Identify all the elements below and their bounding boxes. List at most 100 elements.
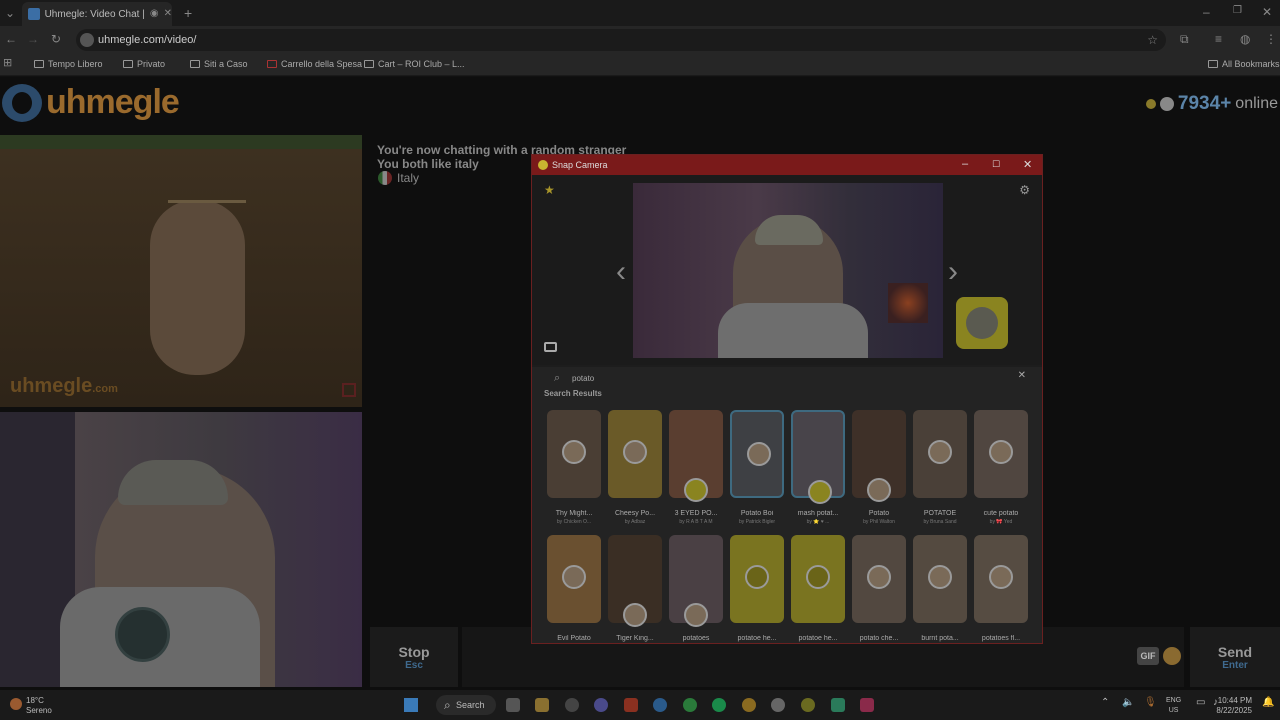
restore-icon[interactable]: ❐ [1233, 6, 1242, 16]
lens-card[interactable]: Potato Boi by Patrick Bigler [730, 410, 784, 528]
weather-temp: 18°C [26, 696, 44, 705]
minimize-icon[interactable]: – [1203, 6, 1210, 18]
bookmark-star-icon[interactable]: ☆ [1147, 34, 1158, 46]
bookmark-privato[interactable]: Privato [123, 59, 165, 69]
menu-icon[interactable]: ⋮ [1265, 33, 1277, 45]
notifications-icon[interactable]: 🔔 [1262, 697, 1274, 708]
weather-widget[interactable]: 18°C Sereno [10, 696, 52, 716]
clock[interactable]: 10:44 PM 8/22/2025 [1216, 696, 1252, 716]
next-lens-icon[interactable]: › [948, 255, 958, 289]
lens-card[interactable]: Tiger King... [608, 535, 662, 653]
file-explorer-icon[interactable] [535, 698, 549, 712]
send-button[interactable]: Send Enter [1190, 627, 1280, 687]
camera-capture-icon[interactable] [544, 342, 557, 352]
preview-lamp [888, 283, 928, 323]
site-info-icon[interactable] [80, 33, 94, 47]
search-icon: ⌕ [554, 372, 561, 384]
lens-card[interactable]: potatoes [669, 535, 723, 653]
snap-maximize-icon[interactable]: ☐ [992, 159, 1000, 170]
lens-icon [867, 478, 891, 502]
bookmark-cart-roi[interactable]: Cart – ROI Club – L... [364, 59, 465, 69]
gif-button[interactable]: GIF [1137, 647, 1159, 665]
lens-card[interactable]: Evil Potato [547, 535, 601, 653]
lens-card[interactable]: Potato by Phil Walton [852, 410, 906, 528]
lens-card[interactable]: cute potato by 🎀 Yed [974, 410, 1028, 528]
tab-close-icon[interactable]: ✕ [164, 9, 172, 19]
stop-button[interactable]: Stop Esc [370, 627, 458, 687]
report-flag-icon[interactable] [342, 383, 356, 397]
snap-close-icon[interactable]: ✕ [1023, 158, 1032, 171]
snap-minimize-icon[interactable]: – [962, 158, 968, 170]
lens-icon [745, 565, 769, 589]
windows-start-icon[interactable] [404, 698, 418, 712]
prev-lens-icon[interactable]: ‹ [616, 255, 626, 289]
bookmark-tempo-libero[interactable]: Tempo Libero [34, 59, 103, 69]
potato-face-filter [150, 200, 245, 375]
lens-card[interactable]: potatoes fl... [974, 535, 1028, 653]
snapcode-icon[interactable] [956, 297, 1008, 349]
clear-search-icon[interactable]: ✕ [1018, 370, 1026, 381]
lens-icon [747, 442, 771, 466]
lens-card[interactable]: POTATOE by Bruna Sand [913, 410, 967, 528]
app-icon[interactable] [831, 698, 845, 712]
forward-icon[interactable]: → [27, 33, 39, 45]
uhmegle-logo[interactable]: uhmegle [2, 83, 180, 122]
weather-sun-icon [10, 698, 22, 710]
back-icon[interactable]: ← [5, 33, 17, 45]
volume-icon[interactable]: 🔈 [1122, 697, 1134, 708]
close-window-icon[interactable]: ✕ [1262, 6, 1272, 18]
folder-icon [1208, 60, 1218, 68]
task-view-icon[interactable] [506, 698, 520, 712]
extensions-icon[interactable]: ⧉ [1180, 33, 1189, 45]
lens-card[interactable]: potato che... [852, 535, 906, 653]
theme-knob-icon[interactable] [1159, 97, 1174, 111]
app-icon[interactable] [771, 698, 785, 712]
italy-flag-icon [378, 171, 392, 185]
url-field[interactable]: uhmegle.com/video/ ☆ [76, 29, 1166, 51]
profile-icon[interactable]: ◍ [1240, 33, 1250, 45]
tray-overflow-icon[interactable]: ⌃ [1101, 697, 1109, 708]
settings-gear-icon[interactable]: ⚙ [1019, 183, 1030, 197]
lens-card[interactable]: Cheesy Po... by Adbaz [608, 410, 662, 528]
uhmegle-watermark: uhmegle.com [10, 375, 118, 397]
snap-camera-window: Snap Camera – ☐ ✕ ★ ⚙ ‹ › ⌕ ✕ Search Res… [531, 154, 1043, 644]
all-bookmarks[interactable]: All Bookmarks [1208, 59, 1280, 69]
reload-icon[interactable]: ↻ [51, 33, 61, 45]
crown-icon [168, 177, 246, 203]
tab-list-icon[interactable]: ⌄ [5, 7, 15, 19]
new-tab-icon[interactable]: + [184, 6, 192, 20]
favorite-star-icon[interactable]: ★ [544, 183, 555, 197]
language-indicator[interactable]: ENG US [1166, 696, 1181, 716]
lens-card[interactable]: mash potat... by ⭐ ♥ ... [791, 410, 845, 528]
lens-card[interactable]: Thy Might... by Chicken Ö... [547, 410, 601, 528]
apps-grid-icon[interactable]: ⊞ [3, 58, 12, 69]
bookmark-siti-a-caso[interactable]: Siti a Caso [190, 59, 248, 69]
lens-icon [684, 603, 708, 627]
app-icon[interactable] [565, 698, 579, 712]
bookmark-carrello[interactable]: Carrello della Spesa [267, 59, 362, 69]
shopping-favicon-icon [267, 60, 277, 68]
spotify-icon[interactable] [712, 698, 726, 712]
lens-card[interactable]: potatoe he... [730, 535, 784, 653]
emoji-icon[interactable] [1163, 647, 1181, 665]
lens-card[interactable]: potatoe he... [791, 535, 845, 653]
snap-camera-taskbar-icon[interactable] [801, 698, 815, 712]
whatsapp-icon[interactable] [683, 698, 697, 712]
lens-card[interactable]: 3 EYED PO... by R A B T A M [669, 410, 723, 528]
snap-title-bar[interactable]: Snap Camera – ☐ ✕ [532, 155, 1042, 175]
tab-uhmegle[interactable]: Uhmegle: Video Chat | Onl ◉ ✕ [22, 2, 172, 26]
lens-card[interactable]: burnt pota... [913, 535, 967, 653]
network-icon[interactable]: ▭ [1196, 697, 1205, 708]
music-icon[interactable] [860, 698, 874, 712]
lens-icon [562, 565, 586, 589]
discord-icon[interactable] [594, 698, 608, 712]
brave-icon[interactable] [624, 698, 638, 712]
app-icon[interactable] [653, 698, 667, 712]
address-toolbar: ← → ↻ uhmegle.com/video/ ☆ ⧉ ≡ ◍ ⋮ [0, 26, 1280, 54]
taskbar-search[interactable]: Search [436, 695, 496, 715]
media-controls-icon[interactable]: ≡ [1215, 33, 1222, 45]
theme-toggle-icon[interactable] [1145, 99, 1156, 109]
lens-search-input[interactable] [572, 371, 972, 385]
microphone-tray-icon[interactable]: 🎙 [1144, 697, 1157, 708]
chrome-icon[interactable] [742, 698, 756, 712]
